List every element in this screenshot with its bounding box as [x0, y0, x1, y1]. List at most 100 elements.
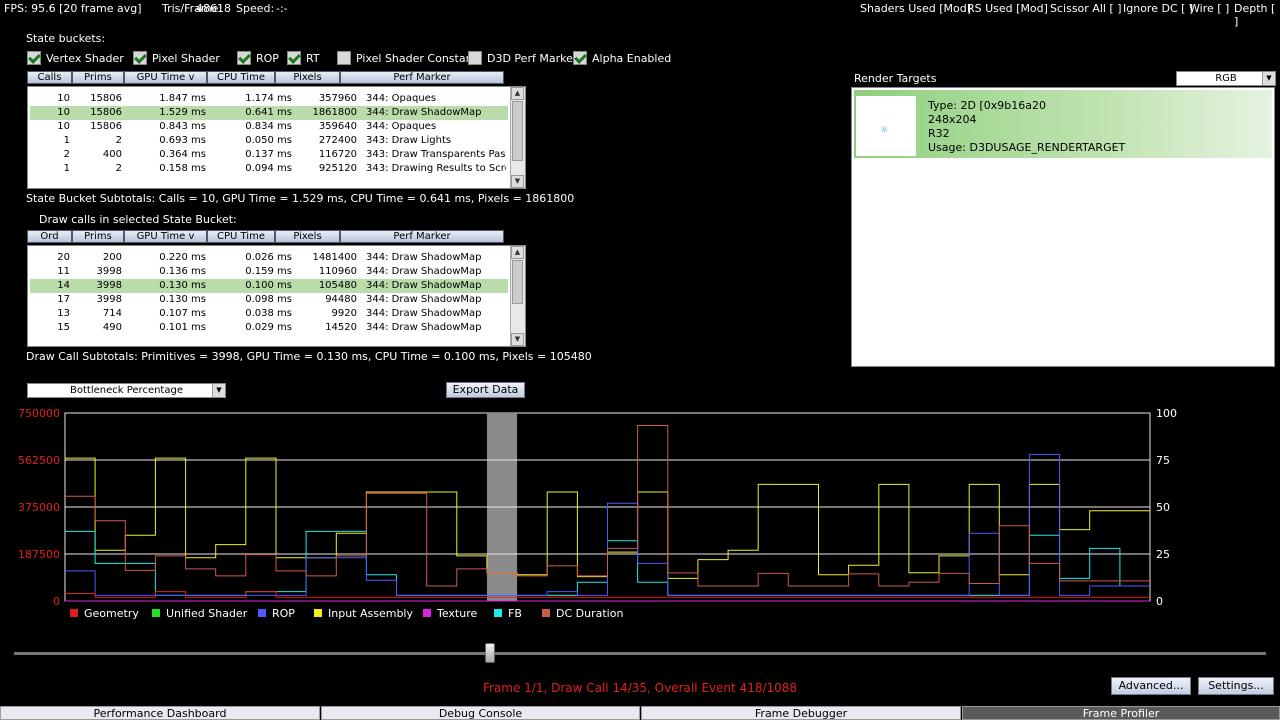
- column-perf-marker[interactable]: Perf Marker: [340, 71, 504, 84]
- right-axis-tick-label: 0: [1156, 595, 1163, 608]
- rs-used-toggle[interactable]: RS Used [Mod]: [967, 2, 1048, 15]
- table-cell-marker: 344: Draw ShadowMap: [366, 252, 482, 263]
- column-cpu-time[interactable]: CPU Time: [207, 230, 275, 243]
- chevron-down-icon[interactable]: ▼: [1262, 72, 1275, 85]
- state-buckets-table[interactable]: 10 15806 1.847 ms 1.174 ms 357960 344: Opaque…: [27, 86, 526, 189]
- shaders-used-toggle[interactable]: Shaders Used [Mod]: [860, 2, 971, 15]
- bottleneck-chart[interactable]: 750000 100 562500 75 375000 50 187500 25 0 0: [0, 404, 1280, 608]
- state-buckets-scrollbar[interactable]: ▲ ▼: [510, 87, 525, 188]
- table-row[interactable]: 14 3998 0.130 ms 0.100 ms 105480 344: Draw Sh…: [30, 279, 508, 293]
- column-pixels[interactable]: Pixels: [275, 71, 340, 84]
- legend-swatch: [258, 609, 266, 617]
- scrollbar-thumb[interactable]: [512, 101, 523, 161]
- column-prims[interactable]: Prims: [72, 230, 124, 243]
- select-value: Bottleneck Percentage: [70, 385, 183, 396]
- column-cpu-time[interactable]: CPU Time: [207, 71, 275, 84]
- table-cell-calls: 10: [57, 93, 70, 104]
- checkbox-rop[interactable]: ROP: [237, 50, 279, 66]
- table-cell-gpu: 1.529 ms: [159, 107, 206, 118]
- legend-swatch: [542, 609, 550, 617]
- table-cell-prims: 490: [102, 322, 122, 333]
- checkbox-icon[interactable]: [573, 51, 587, 65]
- checkbox-d3d-perf-markers[interactable]: D3D Perf Markers: [468, 50, 583, 66]
- chevron-down-icon[interactable]: ▼: [212, 384, 225, 397]
- render-target-item[interactable]: ☼ Type: 2D [0x9b16a20 248x204 R32 Usage:…: [854, 90, 1272, 158]
- checkbox-pixel-shader[interactable]: Pixel Shader: [133, 50, 220, 66]
- table-row[interactable]: 20 200 0.220 ms 0.026 ms 1481400 344: Draw Sh…: [30, 251, 508, 265]
- table-row[interactable]: 11 3998 0.136 ms 0.159 ms 110960 344: Draw Sh…: [30, 265, 508, 279]
- draw-call-slider-track[interactable]: [14, 652, 1266, 655]
- table-row[interactable]: 17 3998 0.130 ms 0.098 ms 94480 344: Draw Sha…: [30, 293, 508, 307]
- legend-swatch: [494, 609, 502, 617]
- table-cell-pixels: 105480: [318, 280, 357, 291]
- table-cell-calls: 10: [57, 107, 70, 118]
- checkbox-icon[interactable]: [337, 51, 351, 65]
- draw-calls-scrollbar[interactable]: ▲ ▼: [510, 246, 525, 346]
- legend-label: Texture: [437, 606, 478, 620]
- column-perf-marker[interactable]: Perf Marker: [340, 230, 504, 243]
- export-data-button[interactable]: Export Data: [446, 382, 525, 398]
- table-cell-prims: 3998: [96, 280, 122, 291]
- scroll-down-icon[interactable]: ▼: [511, 175, 524, 188]
- checkbox-rt[interactable]: RT: [287, 50, 320, 66]
- ignore-dc-toggle[interactable]: Ignore DC [ ]: [1123, 2, 1193, 15]
- tab-frame-profiler[interactable]: Frame Profiler: [962, 706, 1280, 720]
- table-cell-cpu: 0.098 ms: [245, 294, 292, 305]
- scroll-up-icon[interactable]: ▲: [511, 246, 524, 259]
- graph-mode-select[interactable]: Bottleneck Percentage ▼: [27, 383, 226, 398]
- scroll-up-icon[interactable]: ▲: [511, 87, 524, 100]
- table-row[interactable]: 10 15806 1.847 ms 1.174 ms 357960 344: Opaque…: [30, 92, 508, 106]
- draw-call-subtotals: Draw Call Subtotals: Primitives = 3998, …: [26, 350, 592, 363]
- tab-performance-dashboard[interactable]: Performance Dashboard: [0, 706, 320, 720]
- table-cell-prims: 2: [115, 163, 122, 174]
- checkbox-pixel-shader-constants[interactable]: Pixel Shader Constants: [337, 50, 483, 66]
- column-prims[interactable]: Prims: [72, 71, 124, 84]
- checkbox-icon[interactable]: [468, 51, 482, 65]
- table-row[interactable]: 1 2 0.693 ms 0.050 ms 272400 343: Draw Lights: [30, 134, 508, 148]
- draw-call-slider-thumb[interactable]: [484, 643, 495, 663]
- table-cell-ord: 15: [57, 322, 70, 333]
- table-cell-prims: 714: [102, 308, 122, 319]
- checkbox-icon[interactable]: [133, 51, 147, 65]
- table-cell-marker: 344: Opaques: [366, 93, 437, 104]
- draw-calls-table[interactable]: 20 200 0.220 ms 0.026 ms 1481400 344: Draw Sh…: [27, 245, 526, 347]
- table-row[interactable]: 10 15806 1.529 ms 0.641 ms 1861800 344: Draw …: [30, 106, 508, 120]
- column-pixels[interactable]: Pixels: [275, 230, 340, 243]
- legend-texture: Texture: [423, 606, 477, 620]
- tab-debug-console[interactable]: Debug Console: [321, 706, 640, 720]
- table-row[interactable]: 1 2 0.158 ms 0.094 ms 925120 343: Drawing Res…: [30, 162, 508, 176]
- checkbox-icon[interactable]: [27, 51, 41, 65]
- table-cell-marker: 344: Draw ShadowMap: [366, 107, 482, 118]
- checkbox-alpha-enabled[interactable]: Alpha Enabled: [573, 50, 671, 66]
- legend-geometry: Geometry: [70, 606, 139, 620]
- settings-button[interactable]: Settings...: [1198, 677, 1274, 695]
- table-row[interactable]: 10 15806 0.843 ms 0.834 ms 359640 344: Opaque…: [30, 120, 508, 134]
- render-target-format: R32: [928, 127, 950, 140]
- scissor-toggle[interactable]: Scissor All [ ]: [1050, 2, 1122, 15]
- tab-frame-debugger[interactable]: Frame Debugger: [641, 706, 961, 720]
- table-cell-pixels: 94480: [325, 294, 357, 305]
- column-calls[interactable]: Calls: [27, 71, 72, 84]
- column-gpu-time[interactable]: GPU Time v: [124, 230, 207, 243]
- table-row[interactable]: 15 490 0.101 ms 0.029 ms 14520 344: Draw Shad…: [30, 321, 508, 335]
- advanced-button[interactable]: Advanced...: [1111, 677, 1191, 695]
- table-cell-ord: 13: [57, 308, 70, 319]
- checkbox-icon[interactable]: [287, 51, 301, 65]
- table-cell-cpu: 0.159 ms: [245, 266, 292, 277]
- table-cell-pixels: 14520: [325, 322, 357, 333]
- checkbox-icon[interactable]: [237, 51, 251, 65]
- column-ord[interactable]: Ord: [27, 230, 72, 243]
- left-axis-tick-label: 375000: [18, 501, 60, 514]
- checkbox-vertex-shader[interactable]: Vertex Shader: [27, 50, 124, 66]
- column-gpu-time[interactable]: GPU Time v: [124, 71, 207, 84]
- fps-readout: FPS: 95.6 [20 frame avg]: [4, 2, 142, 15]
- table-row[interactable]: 2 400 0.364 ms 0.137 ms 116720 343: Draw Tran…: [30, 148, 508, 162]
- render-target-format-select[interactable]: RGB ▼: [1176, 71, 1276, 86]
- table-cell-prims: 2: [115, 135, 122, 146]
- table-row[interactable]: 13 714 0.107 ms 0.038 ms 9920 344: Draw Shado…: [30, 307, 508, 321]
- depth-toggle[interactable]: Depth [ ]: [1234, 2, 1280, 28]
- scrollbar-thumb[interactable]: [512, 260, 523, 304]
- wire-toggle[interactable]: Wire [ ]: [1189, 2, 1229, 15]
- table-cell-pixels: 925120: [318, 163, 357, 174]
- scroll-down-icon[interactable]: ▼: [511, 333, 524, 346]
